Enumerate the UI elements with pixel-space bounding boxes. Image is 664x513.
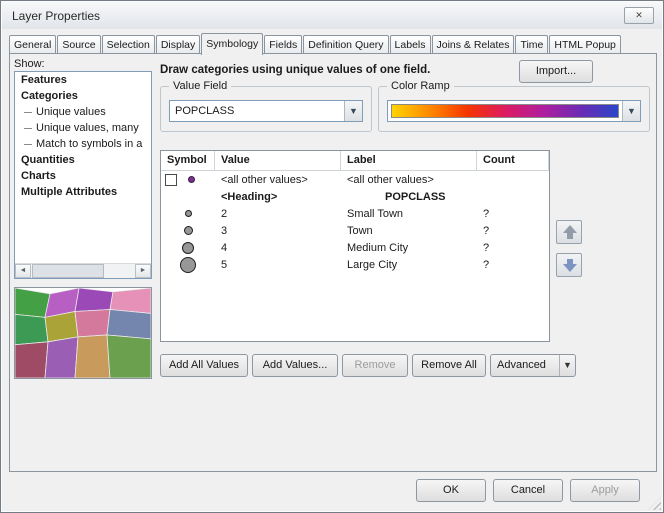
value-field-selected-value: POPCLASS — [175, 105, 234, 117]
table-row[interactable]: <Heading> POPCLASS — [161, 188, 549, 205]
table-row[interactable]: 4 Medium City ? — [161, 239, 549, 256]
chevron-down-icon[interactable]: ▼ — [622, 101, 640, 121]
count-cell: ? — [477, 225, 549, 237]
scrollbar-thumb[interactable] — [32, 264, 104, 278]
ok-button[interactable]: OK — [416, 479, 486, 502]
value-cell: 5 — [215, 259, 341, 271]
label-cell: Town — [341, 225, 477, 237]
count-cell: ? — [477, 208, 549, 220]
column-header-label[interactable]: Label — [341, 151, 477, 170]
tab-joins-relates[interactable]: Joins & Relates — [432, 35, 515, 54]
tree-item-charts[interactable]: Charts — [15, 168, 151, 184]
tree-item-features[interactable]: Features — [15, 72, 151, 88]
value-cell: 2 — [215, 208, 341, 220]
value-cell: 4 — [215, 242, 341, 254]
scroll-right-icon[interactable]: ► — [135, 264, 151, 278]
color-ramp-group-label: Color Ramp — [387, 80, 454, 92]
resize-grip[interactable] — [648, 497, 661, 510]
import-button[interactable]: Import... — [519, 60, 593, 83]
label-cell: Small Town — [341, 208, 477, 220]
color-ramp-group: Color Ramp ▼ — [378, 86, 650, 132]
table-row[interactable]: 5 Large City ? — [161, 256, 549, 273]
count-cell: ? — [477, 242, 549, 254]
tab-html-popup[interactable]: HTML Popup — [549, 35, 620, 54]
move-down-button[interactable] — [556, 253, 582, 277]
column-header-count[interactable]: Count — [477, 151, 549, 170]
remove-button: Remove — [342, 354, 408, 377]
tab-fields[interactable]: Fields — [264, 35, 302, 54]
color-ramp-gradient — [391, 104, 619, 118]
arrow-down-icon — [563, 264, 577, 272]
show-label: Show: — [14, 58, 45, 70]
window-title: Layer Properties — [12, 9, 100, 23]
tab-source[interactable]: Source — [57, 35, 100, 54]
tab-symbology[interactable]: Symbology — [201, 33, 263, 55]
tree-item-unique-values[interactable]: Unique values — [15, 104, 151, 120]
advanced-button-label: Advanced — [497, 355, 546, 376]
value-cell: <all other values> — [215, 174, 341, 186]
tab-labels[interactable]: Labels — [390, 35, 431, 54]
value-cell: 3 — [215, 225, 341, 237]
tab-strip: General Source Selection Display Symbolo… — [9, 32, 657, 54]
tree-item-categories[interactable]: Categories — [15, 88, 151, 104]
show-tree: Features Categories Unique values Unique… — [14, 71, 152, 279]
arrow-up-icon — [563, 225, 577, 233]
tree-horizontal-scrollbar[interactable]: ◄ ► — [15, 263, 151, 278]
label-cell: Large City — [341, 259, 477, 271]
color-ramp-dropdown[interactable]: ▼ — [387, 100, 641, 122]
tree-item-quantities[interactable]: Quantities — [15, 152, 151, 168]
tree-item-multiple-attributes[interactable]: Multiple Attributes — [15, 184, 151, 200]
tab-general[interactable]: General — [9, 35, 56, 54]
tree-item-unique-values-many[interactable]: Unique values, many — [15, 120, 151, 136]
column-header-symbol[interactable]: Symbol — [161, 151, 215, 170]
advanced-button[interactable]: Advanced ▼ — [490, 354, 576, 377]
label-cell: POPCLASS — [341, 191, 477, 203]
tab-time[interactable]: Time — [515, 35, 548, 54]
cancel-button[interactable]: Cancel — [493, 479, 563, 502]
close-icon[interactable]: ✕ — [624, 7, 654, 24]
chevron-down-icon[interactable]: ▼ — [344, 101, 362, 121]
class-symbol[interactable] — [185, 210, 192, 217]
move-up-button[interactable] — [556, 220, 582, 244]
value-field-group: Value Field POPCLASS ▼ — [160, 86, 372, 132]
value-cell: <Heading> — [215, 191, 341, 203]
value-field-dropdown[interactable]: POPCLASS ▼ — [169, 100, 363, 122]
add-values-button[interactable]: Add Values... — [252, 354, 338, 377]
layer-properties-dialog: Layer Properties ✕ General Source Select… — [0, 0, 664, 513]
class-symbol[interactable] — [182, 242, 194, 254]
tab-display[interactable]: Display — [156, 35, 200, 54]
method-description: Draw categories using unique values of o… — [160, 64, 430, 76]
class-symbol[interactable] — [184, 226, 193, 235]
tab-definition-query[interactable]: Definition Query — [303, 35, 388, 54]
table-row[interactable]: <all other values> <all other values> — [161, 171, 549, 188]
add-all-values-button[interactable]: Add All Values — [160, 354, 248, 377]
column-header-value[interactable]: Value — [215, 151, 341, 170]
apply-button: Apply — [570, 479, 640, 502]
titlebar: Layer Properties ✕ — [2, 2, 662, 29]
chevron-down-icon[interactable]: ▼ — [559, 355, 575, 376]
value-field-group-label: Value Field — [169, 80, 231, 92]
symbol-table-header: Symbol Value Label Count — [161, 151, 549, 171]
map-preview — [14, 287, 152, 379]
scroll-left-icon[interactable]: ◄ — [15, 264, 31, 278]
label-cell: <all other values> — [341, 174, 477, 186]
table-row[interactable]: 2 Small Town ? — [161, 205, 549, 222]
tree-item-match-symbols[interactable]: Match to symbols in a — [15, 136, 151, 152]
count-cell: ? — [477, 259, 549, 271]
class-symbol[interactable] — [180, 257, 196, 273]
symbol-table: Symbol Value Label Count <all other valu… — [160, 150, 550, 342]
all-other-values-checkbox[interactable] — [165, 174, 177, 186]
table-row[interactable]: 3 Town ? — [161, 222, 549, 239]
label-cell: Medium City — [341, 242, 477, 254]
tab-selection[interactable]: Selection — [102, 35, 155, 54]
map-preview-image — [15, 288, 151, 378]
all-other-values-symbol[interactable] — [188, 176, 195, 183]
remove-all-button[interactable]: Remove All — [412, 354, 486, 377]
symbology-tab-page: Show: Features Categories Unique values … — [9, 53, 657, 472]
